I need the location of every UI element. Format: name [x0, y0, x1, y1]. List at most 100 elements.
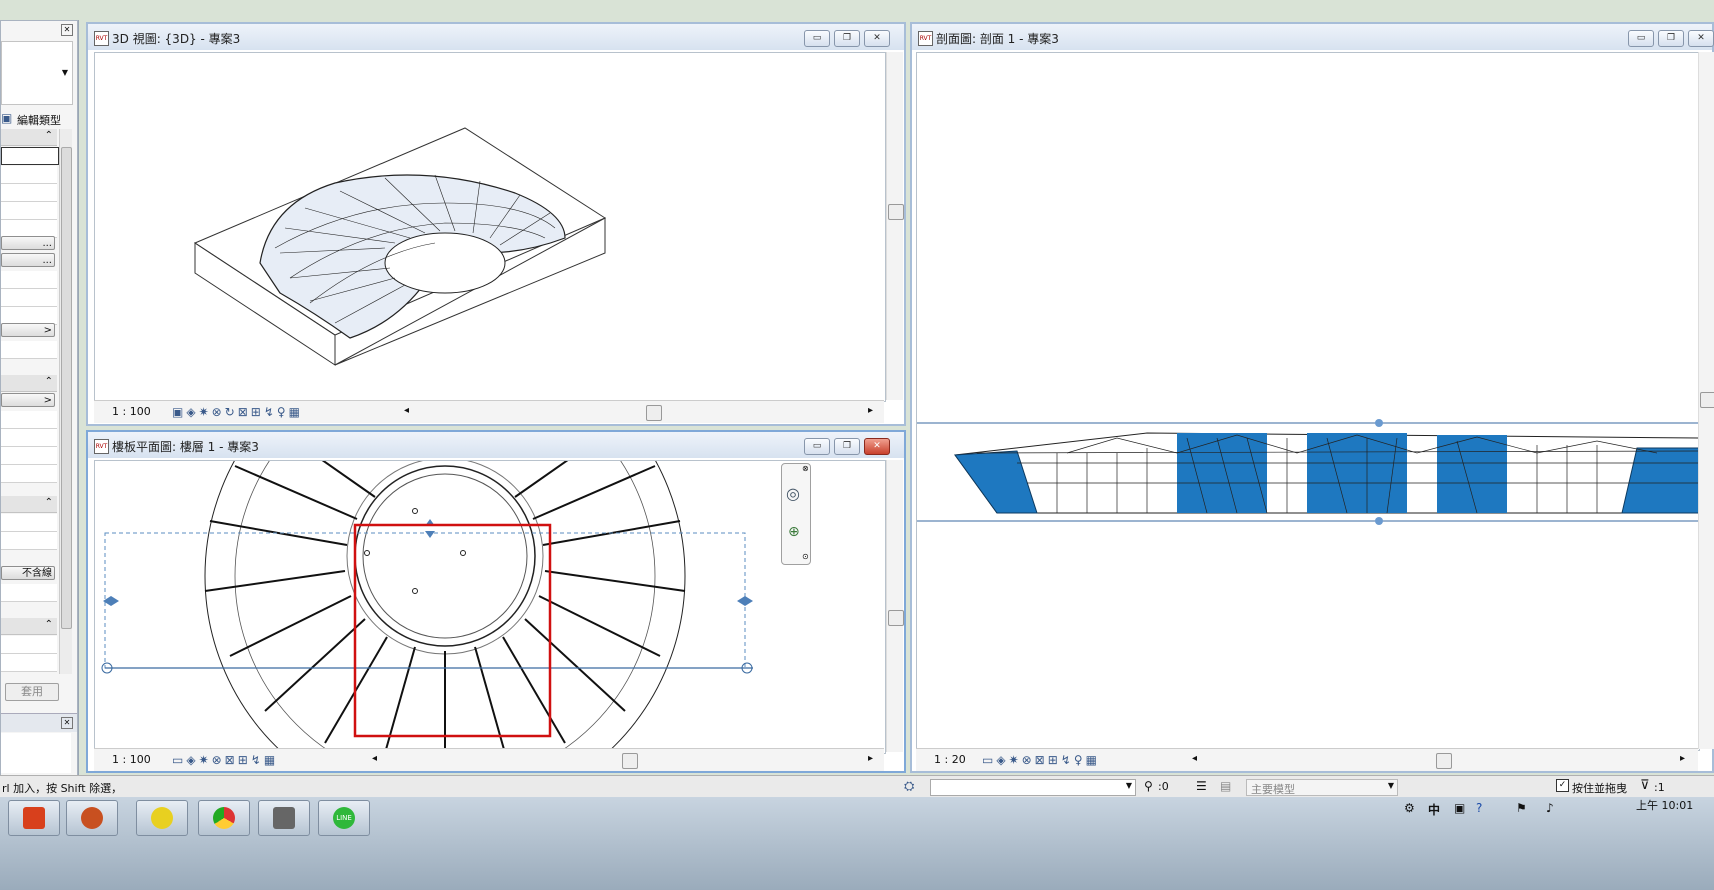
chevron-down-icon: ▼ [1387, 781, 1394, 790]
close-icon[interactable]: ✕ [61, 717, 73, 729]
options-icon[interactable]: ⊙ [802, 552, 809, 561]
taskbar-app-browser[interactable] [66, 800, 118, 836]
property-row[interactable] [1, 411, 57, 429]
property-row[interactable] [1, 202, 57, 220]
taskbar-app-qq[interactable] [136, 800, 188, 836]
view-title-bar[interactable]: RVT 3D 視圖: {3D} - 專案3 ▭ ❐ ✕ [88, 24, 904, 50]
apply-button[interactable]: 套用 [5, 683, 59, 701]
design-options-icon[interactable]: ☰ [1196, 779, 1207, 793]
network-icon[interactable]: ⚙ [1404, 801, 1415, 815]
properties-scrollbar[interactable] [59, 129, 72, 674]
edit-type-button[interactable]: ▣ 編輯類型 [1, 109, 71, 127]
property-row[interactable] [1, 532, 57, 550]
view-scale[interactable]: 1 : 20 [934, 753, 966, 766]
taskbar-app-chrome[interactable] [198, 800, 250, 836]
view-control-icons[interactable]: ▭◈✷⊗⊠⊞↯♀▦ [982, 753, 1100, 767]
taskbar-app-line[interactable]: LINE [318, 800, 370, 836]
property-row[interactable] [1, 429, 57, 447]
keyboard-icon[interactable]: ▣ [1454, 801, 1465, 815]
section-canvas[interactable] [916, 52, 1700, 751]
scroll-right-icon[interactable]: ▸ [1680, 753, 1685, 764]
view-3d-vertical-scrollbar[interactable] [886, 52, 904, 400]
drag-checkbox[interactable]: ✓ [1556, 779, 1569, 792]
view-control-icons[interactable]: ▣◈✷⊗↻⊠⊞↯♀▦ [172, 405, 303, 419]
property-row[interactable] [1, 447, 57, 465]
navigation-bar[interactable]: ⊗ ◎ ⊕ ⊙ [781, 463, 811, 565]
section-header[interactable]: ⌃ [1, 618, 57, 635]
property-row[interactable] [1, 584, 57, 602]
scroll-right-icon[interactable]: ▸ [868, 753, 873, 764]
main-model-icon[interactable]: ▤ [1220, 779, 1231, 793]
scroll-left-icon[interactable]: ◂ [1192, 753, 1197, 764]
chevron-down-icon: ▼ [1125, 781, 1132, 790]
property-edit-button[interactable]: > [1, 323, 55, 337]
scroll-thumb[interactable] [888, 204, 904, 220]
close-icon[interactable]: ⊗ [802, 464, 809, 473]
scroll-thumb[interactable] [622, 753, 638, 769]
scroll-thumb[interactable] [1436, 753, 1452, 769]
ime-indicator[interactable]: 中 [1428, 801, 1440, 818]
restore-button[interactable]: ❐ [834, 30, 860, 47]
property-row[interactable] [1, 289, 57, 307]
clock[interactable]: 上午 10:01 [1636, 797, 1693, 813]
floor-plan-canvas[interactable]: ⊗ ◎ ⊕ ⊙ [94, 460, 886, 754]
selection-icon[interactable]: ⚲ [1144, 779, 1153, 793]
steering-wheel-icon[interactable]: ◎ [786, 484, 800, 503]
view-3d-canvas[interactable] [94, 52, 886, 402]
floor-plan-window[interactable]: RVT 樓板平面圖: 樓層 1 - 專案3 ▭ ❐ ✕ ⊗ ◎ ⊕ ⊙ 1: … [86, 430, 906, 773]
scroll-left-icon[interactable]: ◂ [404, 405, 409, 416]
scroll-left-icon[interactable]: ◂ [372, 753, 377, 764]
scroll-thumb[interactable] [61, 147, 72, 629]
close-button[interactable]: ✕ [864, 438, 890, 455]
design-option-dropdown[interactable]: 主要模型 ▼ [1246, 779, 1398, 796]
project-browser[interactable] [1, 733, 71, 773]
section-header[interactable]: ⌃ [1, 375, 57, 392]
property-row[interactable] [1, 184, 57, 202]
section-view-window[interactable]: RVT 剖面圖: 剖面 1 - 專案3 ▭ ❐ ✕ 1: 20 ▭◈✷⊗⊠⊞↯… [910, 22, 1714, 773]
view-title-bar[interactable]: RVT 剖面圖: 剖面 1 - 專案3 ▭ ❐ ✕ [912, 24, 1714, 50]
worksets-icon[interactable]: ⛭ [904, 779, 914, 794]
taskbar-app-revit[interactable] [258, 800, 310, 836]
restore-button[interactable]: ❐ [834, 438, 860, 455]
floor-plan-vertical-scrollbar[interactable] [886, 460, 904, 752]
property-field[interactable] [1, 147, 59, 165]
close-button[interactable]: ✕ [864, 30, 890, 47]
close-icon[interactable]: ✕ [61, 24, 73, 36]
restore-button[interactable]: ❐ [1658, 30, 1684, 47]
property-edit-button[interactable]: 不含線 [1, 566, 55, 580]
view-control-icons[interactable]: ▭◈✷⊗⊠⊞↯▦ [172, 753, 278, 767]
view-scale[interactable]: 1 : 100 [112, 753, 151, 766]
scroll-thumb[interactable] [888, 610, 904, 626]
property-row[interactable] [1, 271, 57, 289]
zoom-icon[interactable]: ⊕ [788, 524, 800, 540]
view-3d-window[interactable]: RVT 3D 視圖: {3D} - 專案3 ▭ ❐ ✕ 1: 100 ▣◈✷⊗… [86, 22, 906, 426]
property-edit-button[interactable]: ... [1, 253, 55, 267]
volume-icon[interactable]: ♪ [1546, 801, 1554, 815]
property-row[interactable] [1, 654, 57, 672]
property-edit-button[interactable]: > [1, 393, 55, 407]
property-row[interactable] [1, 465, 57, 483]
section-header[interactable]: ⌃ [1, 496, 57, 513]
scroll-thumb[interactable] [646, 405, 662, 421]
view-scale[interactable]: 1 : 100 [112, 405, 151, 418]
section-header[interactable]: ⌃ [1, 129, 57, 146]
section-vertical-scrollbar[interactable] [1698, 52, 1714, 749]
property-edit-button[interactable]: ... [1, 236, 55, 250]
scroll-right-icon[interactable]: ▸ [868, 405, 873, 416]
property-row[interactable] [1, 341, 57, 359]
minimize-button[interactable]: ▭ [804, 438, 830, 455]
property-row[interactable] [1, 636, 57, 654]
view-title-bar[interactable]: RVT 樓板平面圖: 樓層 1 - 專案3 ▭ ❐ ✕ [88, 432, 904, 458]
minimize-button[interactable]: ▭ [804, 30, 830, 47]
scroll-thumb[interactable] [1700, 392, 1714, 408]
workset-dropdown[interactable]: ▼ [930, 779, 1136, 796]
property-row[interactable] [1, 166, 57, 184]
flag-icon[interactable]: ⚑ [1516, 801, 1527, 815]
taskbar-app-adobe[interactable] [8, 800, 60, 836]
property-row[interactable] [1, 514, 57, 532]
filter-icon[interactable]: ⊽ [1640, 778, 1650, 793]
minimize-button[interactable]: ▭ [1628, 30, 1654, 47]
type-selector[interactable]: ▼ [1, 41, 73, 105]
close-button[interactable]: ✕ [1688, 30, 1714, 47]
help-icon[interactable]: ? [1476, 801, 1482, 815]
